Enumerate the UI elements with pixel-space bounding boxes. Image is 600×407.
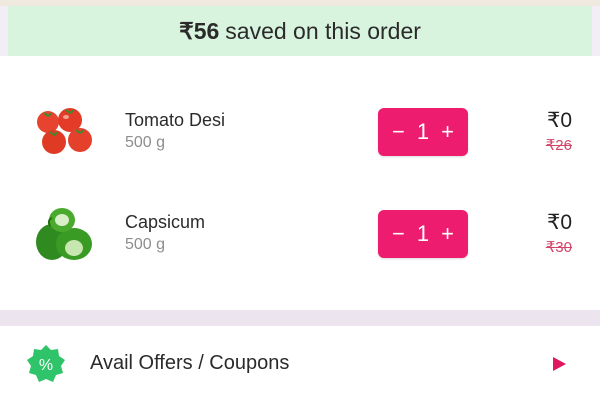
item-price: ₹0 [546, 109, 572, 132]
savings-banner: ₹56 saved on this order [8, 6, 592, 56]
price-column: ₹0 ₹30 [546, 210, 572, 256]
price-column: ₹0 ₹26 [546, 108, 572, 154]
discount-badge-icon: % [27, 345, 65, 382]
offers-label: Avail Offers / Coupons [90, 352, 290, 374]
capsicum-image [36, 208, 92, 260]
decrement-button[interactable]: − [392, 121, 405, 143]
tomato-image [37, 108, 92, 154]
cart-item-row: Capsicum 500 g − 1 + ₹0 ₹30 [0, 202, 600, 272]
increment-button[interactable]: + [441, 121, 454, 143]
item-mrp: ₹30 [545, 239, 572, 256]
savings-text: saved on this order [225, 17, 421, 44]
item-quantity: 500 g [125, 236, 166, 253]
quantity-count: 1 [416, 119, 430, 144]
quantity-count: 1 [416, 221, 430, 246]
avail-offers-row[interactable]: % Avail Offers / Coupons [0, 326, 600, 407]
item-price: ₹0 [546, 211, 572, 234]
item-quantity: 500 g [125, 134, 166, 151]
decrement-button[interactable]: − [392, 223, 405, 245]
quantity-stepper: − 1 + [378, 210, 468, 258]
play-arrow-icon[interactable] [551, 356, 567, 372]
item-mrp: ₹26 [545, 137, 572, 154]
quantity-stepper: − 1 + [378, 108, 468, 156]
badge-symbol: % [39, 357, 53, 374]
cart-items-card: Tomato Desi 500 g − 1 + ₹0 ₹26 Capsicum … [0, 56, 600, 310]
item-name: Capsicum [125, 212, 206, 232]
item-name: Tomato Desi [125, 110, 226, 130]
increment-button[interactable]: + [441, 223, 454, 245]
cart-item-row: Tomato Desi 500 g − 1 + ₹0 ₹26 [0, 100, 600, 170]
savings-amount: ₹56 [179, 17, 220, 44]
section-divider [0, 310, 600, 326]
